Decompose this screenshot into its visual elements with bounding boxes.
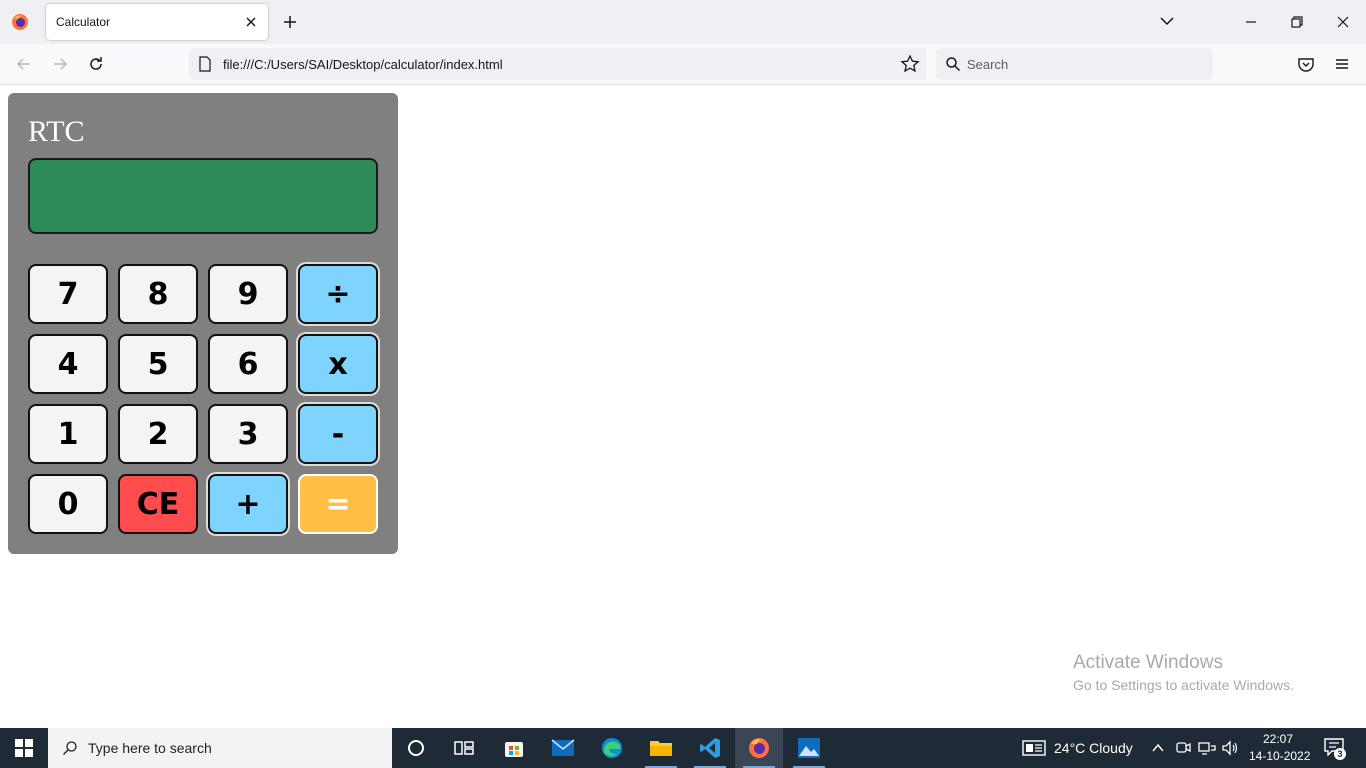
new-tab-icon[interactable] xyxy=(280,12,300,32)
chevron-down-icon[interactable] xyxy=(1158,12,1176,30)
search-placeholder: Search xyxy=(967,57,1009,72)
key-3[interactable]: 3 xyxy=(208,404,288,464)
mail-icon xyxy=(551,739,575,756)
close-tab-icon[interactable] xyxy=(242,13,260,31)
key-0[interactable]: 0 xyxy=(28,474,108,534)
key-clear[interactable]: CE xyxy=(118,474,198,534)
firefox-app[interactable] xyxy=(735,728,783,768)
photos-app[interactable] xyxy=(785,728,833,768)
key-6[interactable]: 6 xyxy=(208,334,288,394)
key-add[interactable]: + xyxy=(208,474,288,534)
browser-nav-bar: file:///C:/Users/SAI/Desktop/calculator/… xyxy=(0,44,1366,85)
vscode-app[interactable] xyxy=(686,728,734,768)
key-5[interactable]: 5 xyxy=(118,334,198,394)
taskbar-search[interactable]: Type here to search xyxy=(48,728,392,768)
tab-calculator[interactable]: Calculator xyxy=(46,4,268,40)
address-bar[interactable]: file:///C:/Users/SAI/Desktop/calculator/… xyxy=(189,48,926,80)
key-9[interactable]: 9 xyxy=(208,264,288,324)
notification-center-button[interactable]: 3 xyxy=(1324,738,1346,760)
cortana-button[interactable] xyxy=(392,728,440,768)
store-app[interactable] xyxy=(490,728,538,768)
microsoft-store-icon xyxy=(505,742,523,757)
activation-watermark-title: Activate Windows xyxy=(1073,652,1223,673)
url-text: file:///C:/Users/SAI/Desktop/calculator/… xyxy=(223,57,503,72)
calculator-title: RTC xyxy=(28,115,85,148)
calculator-display xyxy=(28,158,378,234)
key-4[interactable]: 4 xyxy=(28,334,108,394)
firefox-icon xyxy=(749,738,769,758)
key-8[interactable]: 8 xyxy=(118,264,198,324)
windows-start-icon[interactable] xyxy=(15,739,33,757)
key-equals[interactable]: = xyxy=(298,474,378,534)
key-2[interactable]: 2 xyxy=(118,404,198,464)
browser-tab-bar: Calculator xyxy=(0,0,1366,44)
volume-icon[interactable] xyxy=(1221,740,1239,756)
search-icon xyxy=(946,57,961,72)
key-7[interactable]: 7 xyxy=(28,264,108,324)
folder-icon xyxy=(650,741,672,756)
tab-title: Calculator xyxy=(56,15,111,29)
back-arrow-icon[interactable] xyxy=(14,54,34,74)
key-1[interactable]: 1 xyxy=(28,404,108,464)
file-explorer-app[interactable] xyxy=(637,728,685,768)
cortana-icon xyxy=(408,740,424,756)
page-icon xyxy=(199,56,211,72)
search-icon xyxy=(63,741,77,755)
reload-icon[interactable] xyxy=(86,54,106,74)
news-widget-icon[interactable] xyxy=(1022,740,1046,756)
vscode-icon xyxy=(700,738,720,758)
key-multiply[interactable]: x xyxy=(298,334,378,394)
search-bar[interactable]: Search xyxy=(936,48,1213,80)
network-icon[interactable] xyxy=(1198,740,1216,756)
mail-app[interactable] xyxy=(539,728,587,768)
notification-count-badge: 3 xyxy=(1334,748,1346,760)
task-view-icon xyxy=(454,741,474,755)
edge-app[interactable] xyxy=(588,728,636,768)
edge-icon xyxy=(602,738,622,758)
bookmark-star-icon[interactable] xyxy=(900,54,920,74)
meet-now-icon[interactable] xyxy=(1175,740,1191,756)
weather-text[interactable]: 24°C Cloudy xyxy=(1054,740,1133,756)
task-view-button[interactable] xyxy=(440,728,488,768)
chevron-up-icon[interactable] xyxy=(1151,741,1165,755)
firefox-icon xyxy=(12,14,28,30)
hamburger-menu-icon[interactable] xyxy=(1332,54,1352,74)
minimize-icon[interactable] xyxy=(1241,12,1261,32)
restore-icon[interactable] xyxy=(1287,12,1307,32)
key-divide[interactable]: ÷ xyxy=(298,264,378,324)
close-window-icon[interactable] xyxy=(1333,12,1353,32)
calculator: RTC 7 8 9 ÷ 4 5 6 x 1 2 3 - 0 CE + = xyxy=(8,93,398,554)
forward-arrow-icon[interactable] xyxy=(50,54,70,74)
taskbar-search-placeholder: Type here to search xyxy=(88,740,212,756)
key-subtract[interactable]: - xyxy=(298,404,378,464)
photos-icon xyxy=(798,738,820,758)
activation-watermark-subtitle: Go to Settings to activate Windows. xyxy=(1073,677,1294,693)
clock-time[interactable]: 22:07 xyxy=(1263,732,1293,746)
taskbar: Type here to search 24°C Cloudy 22:07 14… xyxy=(0,728,1366,768)
clock-date[interactable]: 14-10-2022 xyxy=(1249,749,1310,763)
pocket-icon[interactable] xyxy=(1296,54,1316,74)
